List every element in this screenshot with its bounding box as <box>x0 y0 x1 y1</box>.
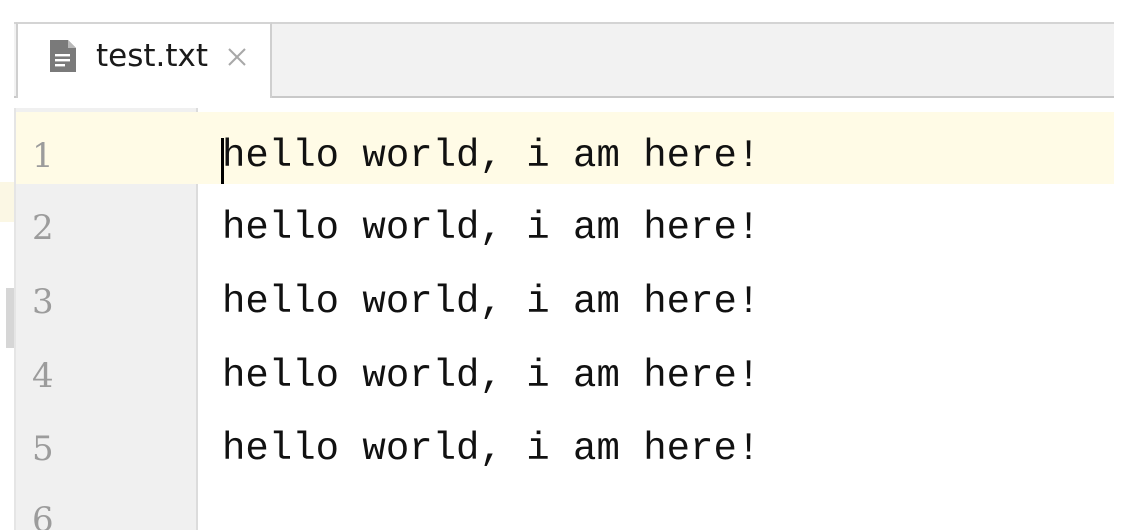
line-number: 3 <box>32 282 54 322</box>
text-file-icon <box>50 40 76 72</box>
code-line[interactable]: hello world, i am here! <box>222 427 760 471</box>
text-cursor <box>221 138 224 184</box>
text-editor-window: test.txt 1 hello world, i am here! 2 hel… <box>0 0 1130 530</box>
line-number: 2 <box>32 208 54 248</box>
editor-tab-test-txt[interactable]: test.txt <box>16 22 272 98</box>
code-line[interactable]: hello world, i am here! <box>222 206 760 250</box>
top-strip <box>0 0 1130 22</box>
close-icon[interactable] <box>226 46 248 68</box>
line-number: 4 <box>32 356 54 396</box>
code-line[interactable]: hello world, i am here! <box>222 134 760 178</box>
left-scroll-marker <box>6 288 14 348</box>
code-line[interactable]: hello world, i am here! <box>222 280 760 324</box>
line-number: 1 <box>32 136 54 176</box>
code-line[interactable]: hello world, i am here! <box>222 354 760 398</box>
tab-title: test.txt <box>96 38 209 74</box>
left-edge-highlight <box>0 182 14 222</box>
line-number: 6 <box>32 500 54 530</box>
line-number: 5 <box>32 429 54 469</box>
